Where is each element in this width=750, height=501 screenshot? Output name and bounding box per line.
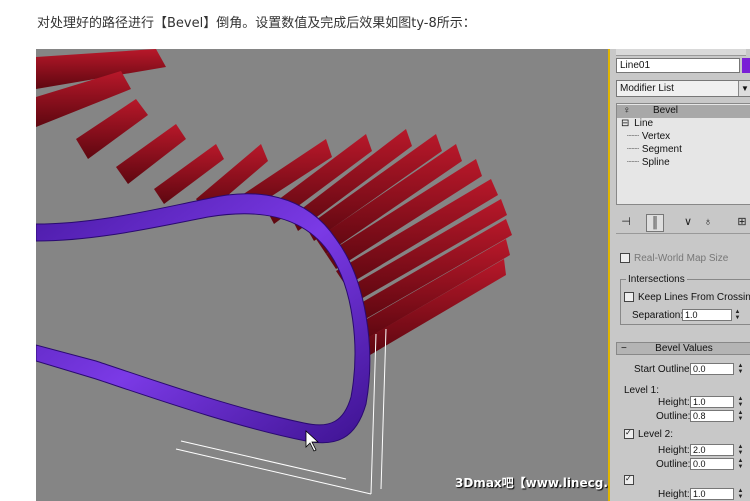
stack-item-bevel[interactable]: ♀ Bevel [617,105,750,118]
real-world-map-size-checkbox[interactable]: Real-World Map Size [620,253,728,264]
viewport-scene [36,49,512,495]
separation-label: Separation: [632,310,684,321]
level3-height-spinner-arrows[interactable]: ▲ ▼ [736,488,745,500]
level3-height-input[interactable]: 1.0 [690,488,734,500]
level1-height-label: Height: [658,397,690,408]
show-end-result-icon[interactable]: ║ [646,214,664,232]
pin-stack-icon[interactable]: ⊣ [618,214,634,230]
separation-input[interactable]: 1.0 [682,309,732,321]
stack-item-vertex[interactable]: ┈┈ Vertex [627,131,670,144]
stack-item-segment[interactable]: ┈┈ Segment [627,144,682,157]
level2-outline-spinner-arrows[interactable]: ▲ ▼ [736,458,745,470]
lightbulb-icon[interactable]: ♀ [623,105,631,116]
keep-lines-checkbox[interactable]: Keep Lines From Crossing [624,292,750,303]
modifier-list-label: Modifier List [620,83,674,94]
panel-tabs[interactable] [616,49,746,56]
bevel-values-rollout[interactable]: − Bevel Values [616,342,750,355]
modifier-stack[interactable]: ♀ Bevel ⊟ Line ┈┈ Vertex ┈┈ Segment ┈┈ S… [616,103,750,205]
level3-height-label: Height: [658,489,690,500]
stack-toolbar: ⊣ ║ ∨ ♁ ⊞ [616,211,750,234]
level1-outline-input[interactable]: 0.8 [690,410,734,422]
level2-height-input[interactable]: 2.0 [690,444,734,456]
level2-height-spinner-arrows[interactable]: ▲ ▼ [736,444,745,456]
level1-height-input[interactable]: 1.0 [690,396,734,408]
level3-checkbox[interactable] [624,475,638,486]
intersections-title: Intersections [626,274,687,285]
command-panel: Line01 Modifier List ▼ ♀ Bevel ⊟ Line ┈┈… [608,49,750,501]
configure-sets-icon[interactable]: ⊞ [734,214,750,230]
object-color-swatch[interactable] [742,58,750,73]
stack-item-line[interactable]: ⊟ Line [621,118,653,131]
modifier-list-dropdown[interactable]: Modifier List ▼ [616,80,750,97]
level2-checkbox[interactable]: Level 2: [624,429,673,440]
object-name-field[interactable]: Line01 [616,58,740,73]
remove-modifier-icon[interactable]: ♁ [700,214,716,230]
separation-spinner-arrows[interactable]: ▲ ▼ [733,309,742,321]
start-outline-spinner-arrows[interactable]: ▲ ▼ [736,363,745,375]
level1-outline-spinner-arrows[interactable]: ▲ ▼ [736,410,745,422]
collapse-icon[interactable]: ⊟ [621,118,629,129]
level2-outline-input[interactable]: 0.0 [690,458,734,470]
level1-height-spinner-arrows[interactable]: ▲ ▼ [736,396,745,408]
level1-outline-label: Outline: [656,411,691,422]
article-caption: 对处理好的路径进行【Bevel】倒角。设置数值及完成后效果如图ty-8所示： [37,16,476,31]
bevel-profile-outer [36,193,371,444]
make-unique-icon[interactable]: ∨ [680,214,696,230]
chevron-down-icon[interactable]: ▼ [738,81,750,96]
level1-label: Level 1: [624,385,660,396]
level2-height-label: Height: [658,445,690,456]
level2-outline-label: Outline: [656,459,691,470]
start-outline-input[interactable]: 0.0 [690,363,734,375]
3d-viewport[interactable] [36,49,608,501]
stack-item-spline[interactable]: ┈┈ Spline [627,157,670,170]
start-outline-label: Start Outline: [634,364,693,375]
